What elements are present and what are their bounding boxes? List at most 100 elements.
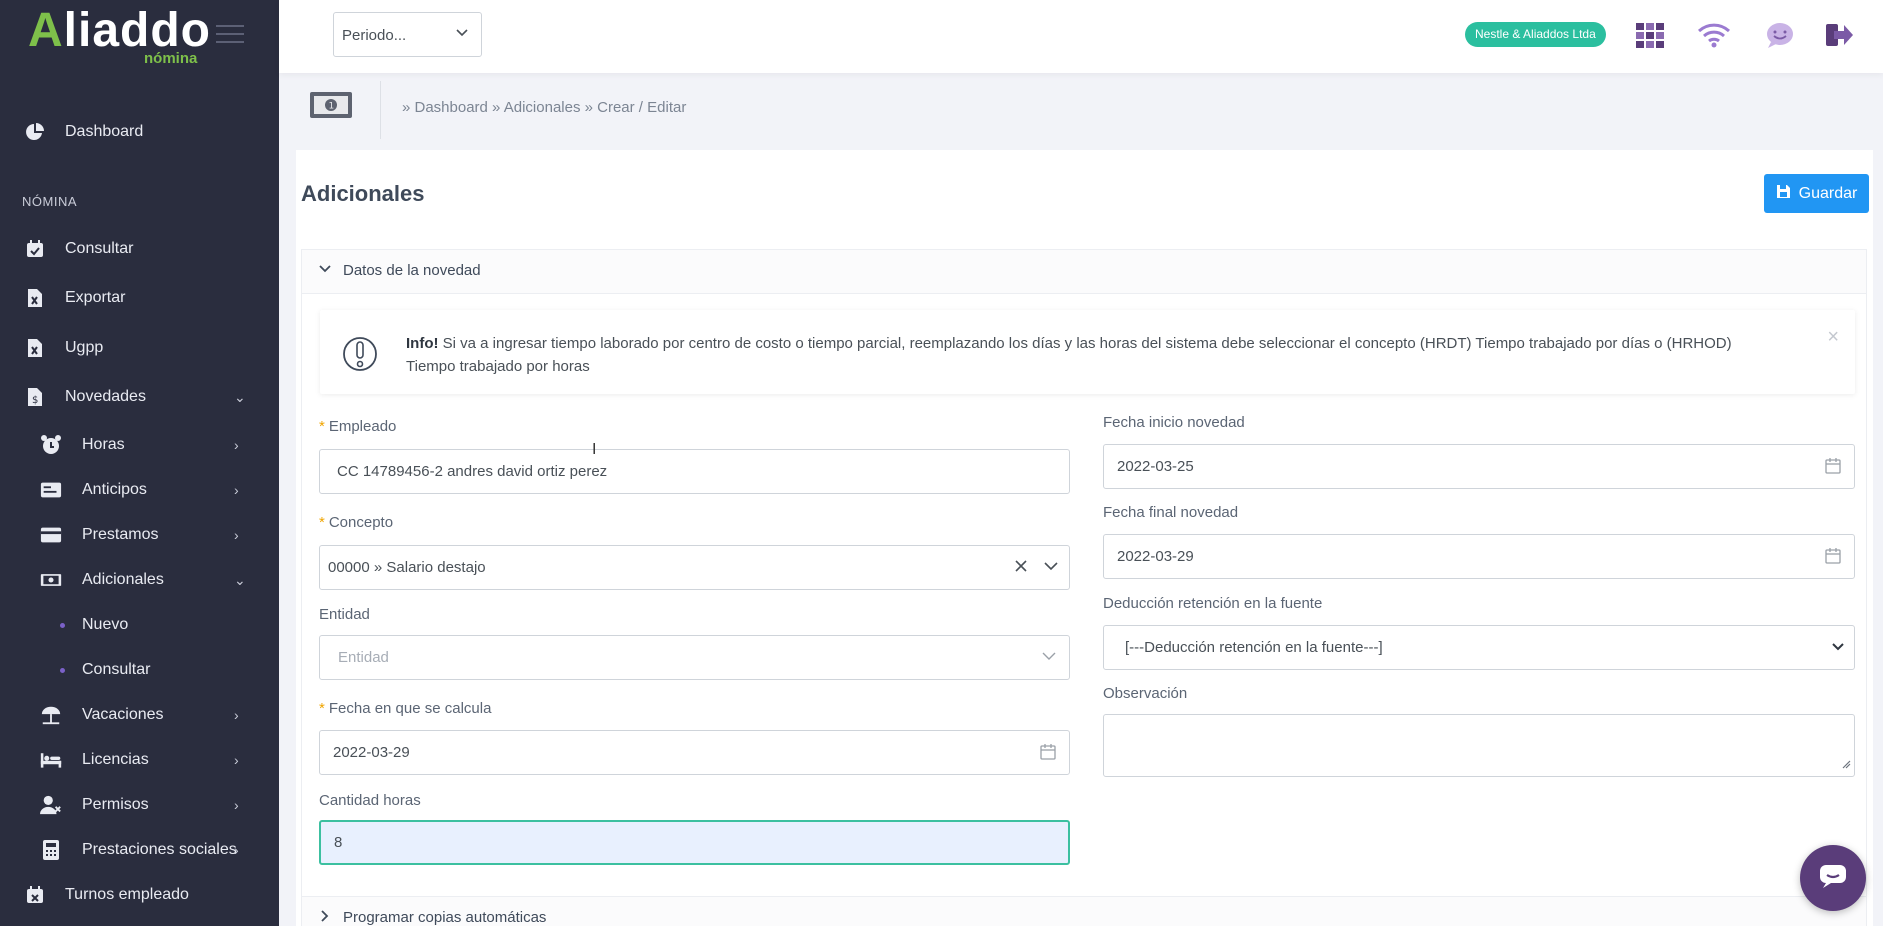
save-button[interactable]: Guardar (1764, 174, 1869, 213)
chevron-right-icon: › (234, 482, 239, 498)
fecha-calcula-label: * Fecha en que se calcula (319, 700, 492, 717)
fecha-calcula-field[interactable]: 2022-03-29 (319, 730, 1070, 775)
sidebar-item-adicionales[interactable]: Adicionales ⌄ (0, 558, 279, 602)
chevron-right-icon: › (234, 752, 239, 768)
chevron-right-icon: › (234, 527, 239, 543)
sidebar-item-prestaciones-sociales[interactable]: Prestaciones sociales › (0, 828, 279, 872)
breadcrumb[interactable]: » Dashboard » Adicionales » Crear / Edit… (402, 99, 686, 116)
chat-launcher-button[interactable] (1800, 845, 1866, 911)
sidebar-item-anticipos[interactable]: Anticipos › (0, 468, 279, 512)
breadcrumb-bar: 1 » Dashboard » Adicionales » Crear / Ed… (279, 73, 1883, 149)
sidebar-item-label: Consultar (82, 661, 151, 678)
fecha-inicio-label: Fecha inicio novedad (1103, 414, 1245, 431)
sidebar-item-label: Nuevo (82, 616, 129, 633)
entidad-label: Entidad (319, 606, 370, 623)
sidebar-item-permisos[interactable]: Permisos › (0, 783, 279, 827)
exclamation-icon (342, 334, 378, 378)
logo-subtitle: nómina (144, 50, 198, 67)
apps-grid-icon[interactable] (1633, 18, 1667, 52)
alert-text: Info! Si va a ingresar tiempo laborado p… (406, 332, 1766, 378)
fecha-final-label: Fecha final novedad (1103, 504, 1239, 521)
sidebar-item-adicionales-consultar[interactable]: Consultar (0, 648, 279, 692)
concepto-select[interactable]: 00000 » Salario destajo (319, 545, 1070, 590)
sidebar-item-exportar[interactable]: Exportar (0, 276, 279, 320)
entidad-select[interactable]: Entidad (319, 635, 1070, 680)
deduccion-value: [---Deducción retención en la fuente---] (1125, 639, 1383, 656)
logout-icon[interactable] (1822, 18, 1856, 52)
sidebar-item-label: Prestaciones sociales (82, 841, 237, 858)
observacion-textarea[interactable] (1103, 714, 1855, 777)
sidebar-item-dashboard[interactable]: Dashboard (0, 110, 279, 154)
chevron-down-icon[interactable] (1043, 558, 1059, 578)
svg-text:$: $ (32, 395, 38, 406)
text-cursor-icon: I (592, 441, 597, 458)
chat-smile-icon[interactable] (1763, 18, 1797, 52)
periodo-select[interactable]: Periodo... (333, 12, 482, 57)
sidebar-item-label: Horas (82, 436, 125, 453)
close-icon[interactable]: × (1827, 326, 1839, 349)
deduccion-select[interactable]: [---Deducción retención en la fuente---] (1103, 625, 1855, 670)
top-bar: Periodo... Nestle & Aliaddos Ltda (279, 0, 1883, 73)
sidebar-item-vacaciones[interactable]: Vacaciones › (0, 693, 279, 737)
resize-handle-icon[interactable] (1841, 756, 1851, 773)
empleado-label: * Empleado (319, 418, 397, 435)
sidebar-item-label: Consultar (65, 240, 134, 257)
save-button-label: Guardar (1798, 184, 1858, 202)
fecha-final-value: 2022-03-29 (1117, 548, 1194, 565)
menu-toggle-icon[interactable] (216, 25, 244, 43)
pie-chart-icon (24, 121, 46, 143)
sidebar-section-nomina: NÓMINA (22, 194, 77, 209)
sidebar-item-prestamos[interactable]: Prestamos › (0, 513, 279, 557)
bullet-icon (60, 667, 65, 673)
company-badge[interactable]: Nestle & Aliaddos Ltda (1465, 22, 1606, 47)
sidebar-item-nuevo[interactable]: Nuevo (0, 603, 279, 647)
chevron-down-icon: ⌄ (234, 571, 246, 588)
sidebar-item-licencias[interactable]: Licencias › (0, 738, 279, 782)
sidebar-item-label: Ugpp (65, 339, 104, 356)
divider (380, 81, 381, 139)
calendar-icon[interactable] (1039, 743, 1057, 765)
fecha-inicio-field[interactable]: 2022-03-25 (1103, 444, 1855, 489)
chevron-down-icon (455, 25, 469, 43)
save-icon (1776, 184, 1791, 204)
sidebar-item-label: Anticipos (82, 481, 147, 498)
chevron-right-icon: › (234, 707, 239, 723)
cantidad-horas-field[interactable]: 8 (319, 820, 1070, 865)
section-header-copias-automaticas[interactable]: Programar copias automáticas (301, 896, 1867, 926)
alert-message: Si va a ingresar tiempo laborado por cen… (406, 335, 1732, 375)
sidebar-item-label: Vacaciones (82, 706, 164, 723)
fecha-final-field[interactable]: 2022-03-29 (1103, 534, 1855, 579)
observacion-label: Observación (1103, 685, 1188, 702)
sidebar-item-label: Turnos empleado (65, 886, 189, 903)
periodo-select-value: Periodo... (342, 27, 407, 44)
sidebar-item-turnos-empleado[interactable]: Turnos empleado (0, 873, 279, 917)
sidebar-item-label: Licencias (82, 751, 149, 768)
sidebar-item-ugpp[interactable]: Ugpp (0, 326, 279, 370)
app-logo[interactable]: Aliaddo nómina (28, 4, 211, 68)
calendar-x-icon (24, 884, 46, 906)
info-alert: Info! Si va a ingresar tiempo laborado p… (320, 310, 1855, 394)
chat-bubble-icon (1818, 863, 1848, 893)
cantidad-horas-label: Cantidad horas (319, 792, 421, 809)
alert-title: Info! (406, 335, 439, 352)
sidebar-item-horas[interactable]: Horas › (0, 423, 279, 467)
cantidad-horas-value: 8 (334, 834, 343, 851)
credit-card-icon (40, 524, 62, 546)
calendar-icon[interactable] (1824, 547, 1842, 569)
sidebar-item-label: Dashboard (65, 123, 144, 140)
banknote-icon: 1 (309, 91, 353, 123)
logo-text: Aliaddo (28, 4, 211, 57)
bullet-icon (60, 622, 65, 628)
clear-icon[interactable] (1013, 558, 1029, 578)
section-header-datos-novedad[interactable]: Datos de la novedad (301, 249, 1867, 294)
sidebar-item-consultar[interactable]: Consultar (0, 227, 279, 271)
excel-file-icon (24, 287, 46, 309)
wifi-icon[interactable] (1697, 18, 1731, 52)
bed-icon (40, 749, 62, 771)
calendar-icon[interactable] (1824, 457, 1842, 479)
sidebar-item-label: Exportar (65, 289, 126, 306)
page-title: Adicionales (301, 181, 425, 206)
chevron-down-icon: ⌄ (234, 388, 246, 405)
sidebar-item-novedades[interactable]: $ Novedades ⌄ (0, 375, 279, 419)
empleado-field[interactable]: CC 14789456-2 andres david ortiz perez (319, 449, 1070, 494)
